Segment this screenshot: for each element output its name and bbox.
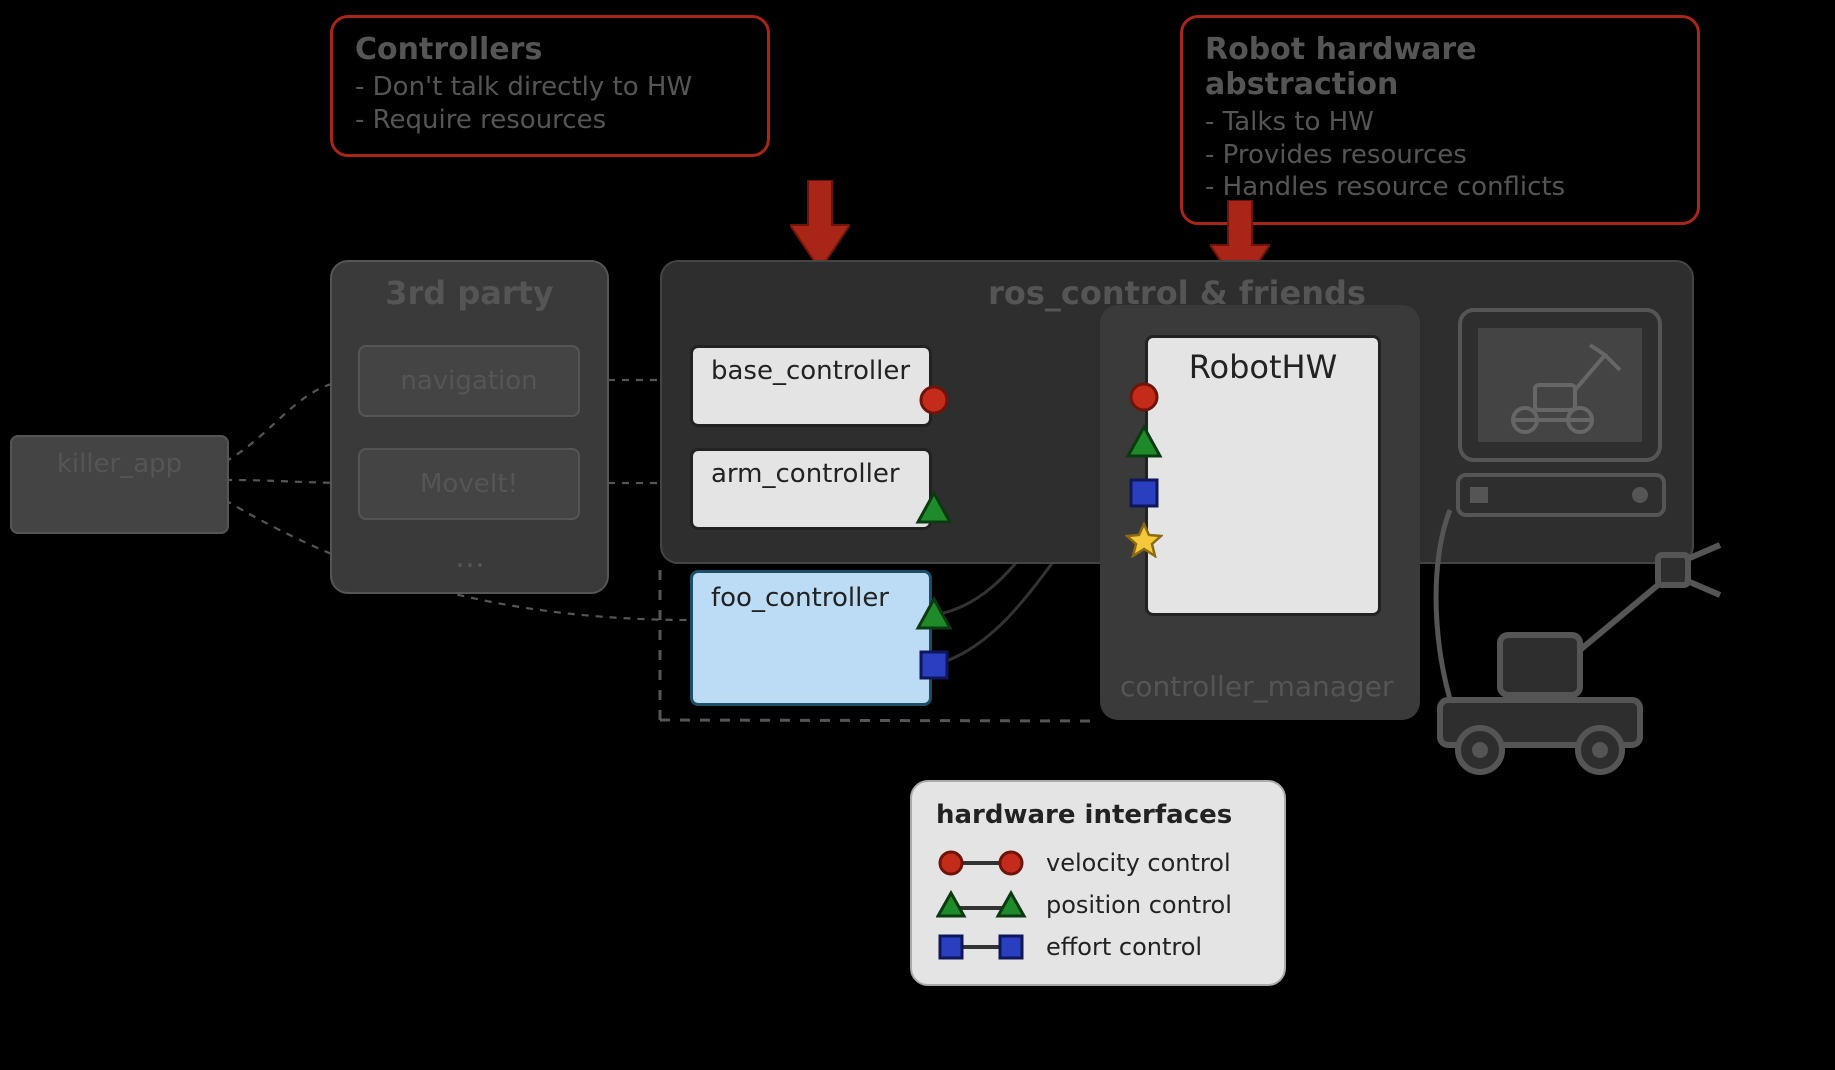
callout-controllers-line1: - Don't talk directly to HW (355, 71, 745, 104)
legend-row-effort: effort control (936, 926, 1256, 968)
ellipsis-label: … (455, 540, 485, 575)
node-navigation-label: navigation (400, 366, 537, 396)
callout-controllers: Controllers - Don't talk directly to HW … (330, 15, 770, 157)
callout-controllers-title: Controllers (355, 32, 745, 67)
node-base-controller: base_controller (690, 345, 932, 427)
callout-robothw-title: Robot hardware abstraction (1205, 32, 1675, 102)
legend-title: hardware interfaces (936, 800, 1256, 830)
node-arm-controller-label: arm_controller (711, 459, 900, 489)
node-killer-app: killer_app (10, 435, 229, 534)
node-robot-hw: RobotHW (1145, 335, 1381, 616)
node-arm-controller: arm_controller (690, 448, 932, 530)
callout-robothw: Robot hardware abstraction - Talks to HW… (1180, 15, 1700, 225)
velocity-legend-icon (936, 848, 1046, 878)
legend-position-label: position control (1046, 891, 1232, 919)
effort-legend-icon (936, 932, 1046, 962)
legend-row-velocity: velocity control (936, 842, 1256, 884)
node-moveit-label: MoveIt! (420, 469, 518, 499)
callout-robothw-line2: - Provides resources (1205, 139, 1675, 172)
node-foo-controller-label: foo_controller (711, 583, 889, 613)
diagram-stage: Controllers - Don't talk directly to HW … (0, 0, 1835, 1070)
node-foo-controller: foo_controller (690, 570, 932, 706)
controller-manager-label: controller_manager (1120, 670, 1393, 703)
callout-robothw-line1: - Talks to HW (1205, 106, 1675, 139)
node-navigation: navigation (358, 345, 580, 417)
position-legend-icon (936, 890, 1046, 920)
node-killer-app-label: killer_app (57, 449, 182, 479)
node-robot-hw-label: RobotHW (1189, 348, 1338, 613)
callout-controllers-line2: - Require resources (355, 104, 745, 137)
legend-row-position: position control (936, 884, 1256, 926)
node-moveit: MoveIt! (358, 448, 580, 520)
legend-velocity-label: velocity control (1046, 849, 1231, 877)
panel-third-party-title: 3rd party (332, 274, 607, 312)
legend-effort-label: effort control (1046, 933, 1202, 961)
robot-icon (1420, 540, 1750, 780)
legend-hardware-interfaces: hardware interfaces velocity control pos… (910, 780, 1286, 986)
node-base-controller-label: base_controller (711, 356, 910, 386)
arrow-down-icon (790, 180, 850, 270)
callout-robothw-line3: - Handles resource conflicts (1205, 171, 1675, 204)
